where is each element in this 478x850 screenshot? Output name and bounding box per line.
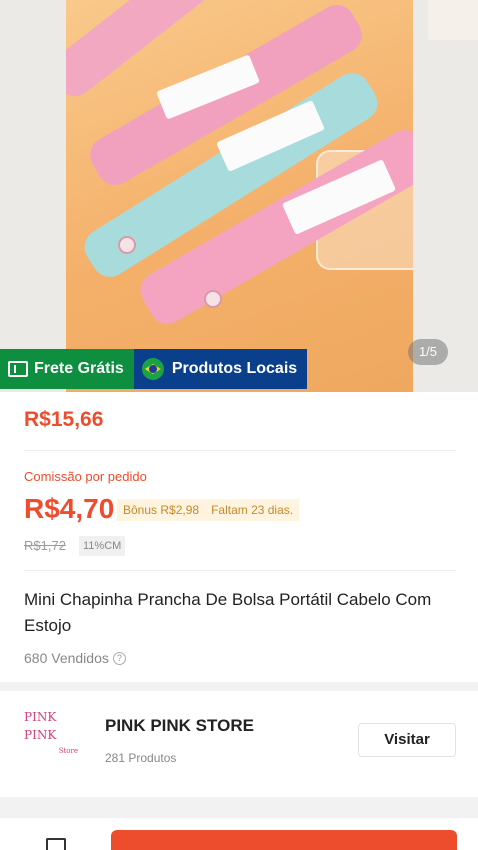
commission-rate-tag: 11%CM [79, 536, 126, 556]
sold-count: 680 Vendidos ? [24, 650, 126, 666]
product-page: 1/5 Frete Grátis Produtos Locais R$15,66… [0, 0, 478, 850]
brazil-flag-icon [141, 358, 164, 380]
product-photo[interactable] [66, 0, 413, 392]
free-shipping-label: Frete Grátis [34, 360, 124, 377]
store-name[interactable]: PINK PINK STORE [105, 716, 254, 736]
background-card [428, 0, 478, 40]
store-logo[interactable]: PINK PINK Store [24, 708, 84, 768]
store-logo-line3: Store [58, 747, 78, 755]
store-card[interactable]: PINK PINK Store PINK PINK STORE 281 Prod… [0, 691, 478, 797]
primary-action-button[interactable] [111, 830, 457, 850]
image-tags: Frete Grátis Produtos Locais [0, 349, 308, 389]
free-shipping-tag: Frete Grátis [0, 349, 134, 389]
divider [24, 450, 456, 451]
visit-store-button[interactable]: Visitar [358, 723, 456, 757]
original-commission: R$1,72 [24, 538, 66, 553]
sold-count-text: 680 Vendidos [24, 650, 109, 666]
info-icon[interactable]: ? [112, 651, 126, 665]
bottom-action-bar [0, 818, 478, 850]
local-products-label: Produtos Locais [171, 360, 298, 377]
product-info-card: R$15,66 Comissão por pedido R$4,70 Bônus… [0, 392, 478, 682]
power-button [118, 236, 136, 254]
truck-icon [8, 361, 28, 377]
bonus-badge: Bônus R$2,98 Faltam 23 dias. [117, 499, 300, 521]
product-image-gallery[interactable]: 1/5 Frete Grátis Produtos Locais [0, 0, 478, 392]
bonus-days-left: Faltam 23 dias. [211, 503, 294, 517]
store-product-count: 281 Produtos [105, 751, 177, 765]
commission-label: Comissão por pedido [24, 469, 147, 484]
product-title: Mini Chapinha Prancha De Bolsa Portátil … [24, 590, 432, 635]
product-price: R$15,66 [24, 408, 104, 431]
image-counter: 1/5 [408, 339, 448, 365]
commission-value: R$4,70 [24, 493, 115, 524]
power-button [204, 290, 222, 308]
store-icon[interactable] [46, 838, 66, 850]
divider [24, 570, 456, 571]
local-products-tag: Produtos Locais [133, 349, 308, 389]
store-logo-line1: PINK [24, 710, 57, 724]
bonus-amount: Bônus R$2,98 [123, 503, 200, 517]
